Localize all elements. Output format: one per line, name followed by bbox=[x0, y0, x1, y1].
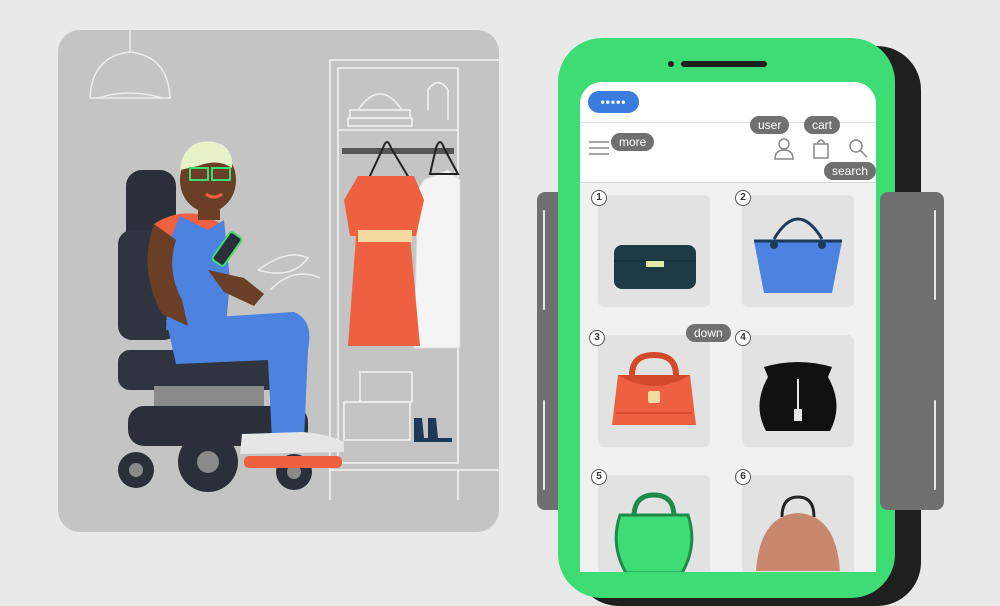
voice-label-cart[interactable]: cart bbox=[804, 116, 841, 134]
handbag-icon bbox=[612, 351, 696, 425]
app-logo[interactable]: ••••• bbox=[588, 91, 639, 113]
voice-label-user[interactable]: user bbox=[750, 116, 790, 134]
person-in-wheelchair-illustration bbox=[89, 30, 499, 500]
product-card-1[interactable] bbox=[598, 195, 710, 307]
tote-bag-icon bbox=[754, 217, 842, 293]
search-icon[interactable] bbox=[848, 138, 868, 158]
illustration-panel bbox=[58, 30, 499, 532]
product-card-5[interactable] bbox=[598, 475, 710, 572]
product-card-3[interactable] bbox=[598, 335, 710, 447]
left-grip-line bbox=[543, 210, 545, 310]
phone-speaker bbox=[681, 61, 767, 67]
product-card-6[interactable] bbox=[742, 475, 854, 572]
cart-icon[interactable] bbox=[813, 137, 829, 159]
menu-icon[interactable] bbox=[589, 140, 609, 156]
lamp-icon bbox=[89, 30, 171, 99]
product-card-4[interactable] bbox=[742, 335, 854, 447]
voice-label-search[interactable]: search bbox=[824, 162, 877, 180]
brown-bag-icon bbox=[756, 495, 840, 571]
pouch-bag-icon bbox=[759, 362, 837, 431]
product-card-2[interactable] bbox=[742, 195, 854, 307]
phone-camera bbox=[668, 61, 674, 67]
left-grip-line bbox=[543, 400, 545, 490]
voice-label-down[interactable]: down bbox=[686, 324, 731, 342]
green-bag-icon bbox=[614, 492, 694, 572]
clutch-icon bbox=[614, 245, 696, 289]
product-number-2: 2 bbox=[735, 190, 751, 206]
right-grip-line bbox=[934, 210, 936, 300]
right-grip-line bbox=[934, 400, 936, 490]
user-icon[interactable] bbox=[774, 138, 794, 160]
product-number-5: 5 bbox=[591, 469, 607, 485]
product-number-1: 1 bbox=[591, 190, 607, 206]
product-number-3: 3 bbox=[589, 330, 605, 346]
plant-icon bbox=[257, 254, 321, 291]
product-number-6: 6 bbox=[735, 469, 751, 485]
voice-label-more[interactable]: more bbox=[611, 133, 655, 151]
product-number-4: 4 bbox=[735, 330, 751, 346]
